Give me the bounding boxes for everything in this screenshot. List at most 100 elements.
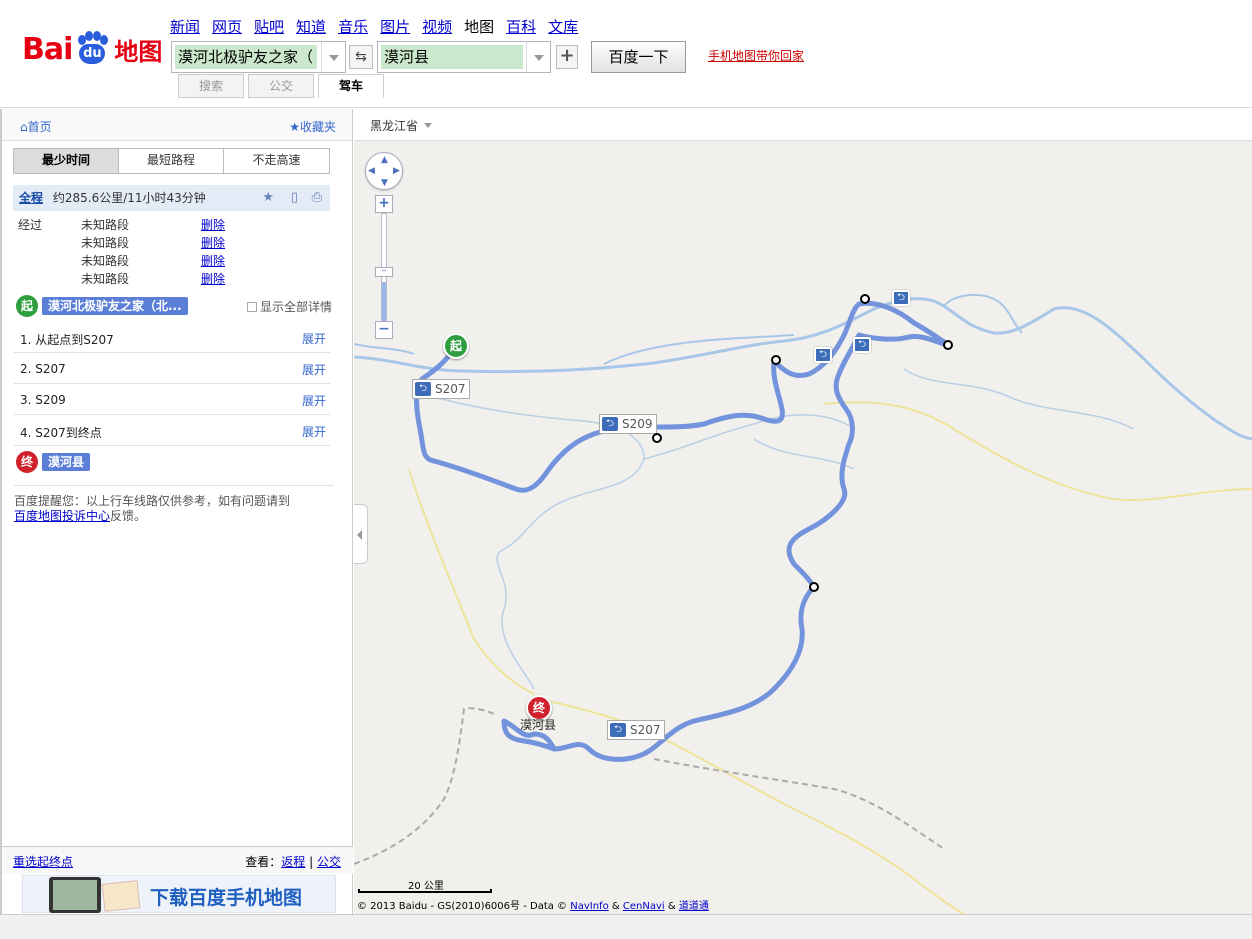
delete-link[interactable]: 删除 [201,216,225,233]
zoom-out-button[interactable]: − [375,321,393,339]
waypoint-marker[interactable] [809,582,819,592]
expand-link[interactable]: 展开 [302,361,326,378]
from-input[interactable]: 漠河北极驴友之家（ [171,41,346,73]
pan-left-icon[interactable]: ◀ [368,166,375,176]
route-option-tabs: 最少时间 最短路程 不走高速 [13,148,330,174]
turn-sign-icon[interactable]: ⮌ [814,347,832,363]
waypoint-marker[interactable] [652,433,662,443]
delete-link[interactable]: 删除 [201,252,225,269]
from-dropdown-icon[interactable] [321,42,345,72]
browser-status-bar [0,914,1252,939]
waypoint-marker[interactable] [860,294,870,304]
road-sign-icon: ⮌ [602,417,618,431]
nav-music[interactable]: 音乐 [338,16,368,37]
road-label-s209[interactable]: ⮌ S209 [599,414,657,434]
complaint-center-link[interactable]: 百度地图投诉中心 [14,509,110,523]
nav-baike[interactable]: 百科 [506,16,536,37]
favorites-link[interactable]: ★收藏夹 [289,118,336,135]
baidu-map-logo[interactable]: Bai du 地图 [22,26,162,72]
search-button[interactable]: 百度一下 [591,41,686,73]
via-name: 未知路段 [81,218,130,232]
page: Bai du 地图 新闻 网页 贴吧 知道 音乐 图片 视频 地图 百科 文库 … [0,0,1252,939]
pan-right-icon[interactable]: ▶ [393,166,400,176]
expand-link[interactable]: 展开 [302,392,326,409]
transit-link[interactable]: 公交 [317,855,341,869]
route-step[interactable]: 3. S209 展开 [14,384,330,415]
waypoint-marker[interactable] [771,355,781,365]
to-dropdown-icon[interactable] [526,42,550,72]
route-step[interactable]: 2. S207 展开 [14,353,330,384]
download-app-banner[interactable]: 下载百度手机地图 [22,875,336,913]
nav-news[interactable]: 新闻 [170,16,200,37]
panel-footer: 重选起终点 查看：返程 | 公交 [2,846,353,874]
paw-icon: du [74,31,110,67]
road-label-s207[interactable]: ⮌ S207 [412,379,470,399]
view-links: 查看：返程 | 公交 [245,853,341,870]
collapse-panel-button[interactable] [354,504,368,564]
favorite-star-icon[interactable]: ★ [262,185,274,211]
send-to-phone-icon[interactable]: ▯ [291,185,298,211]
waypoint-marker[interactable] [943,340,953,350]
nav-images[interactable]: 图片 [380,16,410,37]
nav-wenku[interactable]: 文库 [548,16,578,37]
turn-sign-icon[interactable]: ⮌ [853,337,871,353]
home-label: 首页 [27,120,52,134]
nav-web[interactable]: 网页 [212,16,242,37]
map-graphics [354,293,1252,914]
return-trip-link[interactable]: 返程 [281,855,305,869]
checkbox-icon [246,302,257,312]
start-place-name[interactable]: 漠河北极驴友之家（北... [42,297,188,315]
tab-transit[interactable]: 公交 [248,74,314,98]
route-notice: 百度提醒您：以上行车线路仅供参考，如有问题请到 百度地图投诉中心反馈。 [14,485,334,524]
cennavi-link[interactable]: CenNavi [623,901,665,912]
map-canvas[interactable]: 黑龙江省 ▲ ▼ ◀ ▶ + – − 起 终 漠河县 ⮌ S207 ⮌ S209 ⮌… [354,109,1252,914]
expand-link[interactable]: 展开 [302,423,326,440]
navinfo-link[interactable]: NavInfo [570,901,608,912]
copyright-amp-2: & [667,901,676,912]
tab-drive[interactable]: 驾车 [318,74,384,98]
nav-zhidao[interactable]: 知道 [296,16,326,37]
nav-tieba[interactable]: 贴吧 [254,16,284,37]
delete-link[interactable]: 删除 [201,234,225,251]
pan-control[interactable]: ▲ ▼ ◀ ▶ [365,152,403,190]
zoom-slider-handle[interactable]: – [375,266,393,277]
expand-link[interactable]: 展开 [302,330,326,347]
add-waypoint-button[interactable]: + [556,45,578,69]
home-icon: ⌂ [20,120,28,134]
route-step[interactable]: 1. 从起点到S207 展开 [14,322,330,353]
list-item: 未知路段 删除 [81,270,241,288]
zoom-in-button[interactable]: + [375,195,393,213]
full-route-link[interactable]: 全程 [19,191,43,205]
tab-least-time[interactable]: 最少时间 [14,149,119,173]
nav-map[interactable]: 地图 [464,16,494,37]
turn-sign-icon[interactable]: ⮌ [892,290,910,306]
swap-button[interactable]: ⇆ [349,45,373,69]
pan-down-icon[interactable]: ▼ [381,178,388,188]
home-link[interactable]: ⌂首页 [20,118,52,135]
pan-up-icon[interactable]: ▲ [381,155,388,165]
start-pin[interactable]: 起 [443,333,469,359]
mobile-map-link[interactable]: 手机地图带你回家 [708,47,804,64]
via-name: 未知路段 [81,254,130,268]
streams [423,368,1135,690]
tab-shortest-distance[interactable]: 最短路程 [119,149,224,173]
delete-link[interactable]: 删除 [201,270,225,287]
end-place-name[interactable]: 漠河县 [42,453,91,471]
route-step[interactable]: 4. S207到终点 展开 [14,415,330,446]
province-selector[interactable]: 黑龙江省 [370,117,433,134]
tab-avoid-highway[interactable]: 不走高速 [224,149,329,173]
daodaotong-link[interactable]: 道道通 [679,901,709,912]
city-label: 漠河县 [520,718,557,732]
nav-video[interactable]: 视频 [422,16,452,37]
end-badge: 终 [16,451,38,473]
notice-tail: 反馈。 [110,509,147,523]
map-card-icon [101,880,141,912]
tab-search[interactable]: 搜索 [178,74,244,98]
print-icon[interactable]: ⎙ [312,185,322,211]
to-input[interactable]: 漠河县 [377,41,551,73]
roads [408,401,1252,914]
show-all-details-checkbox[interactable]: 显示全部详情 [246,298,332,315]
reselect-endpoints-link[interactable]: 重选起终点 [13,853,73,870]
logo-text-bai: Bai [22,31,73,67]
road-label-s207-south[interactable]: ⮌ S207 [607,720,665,740]
